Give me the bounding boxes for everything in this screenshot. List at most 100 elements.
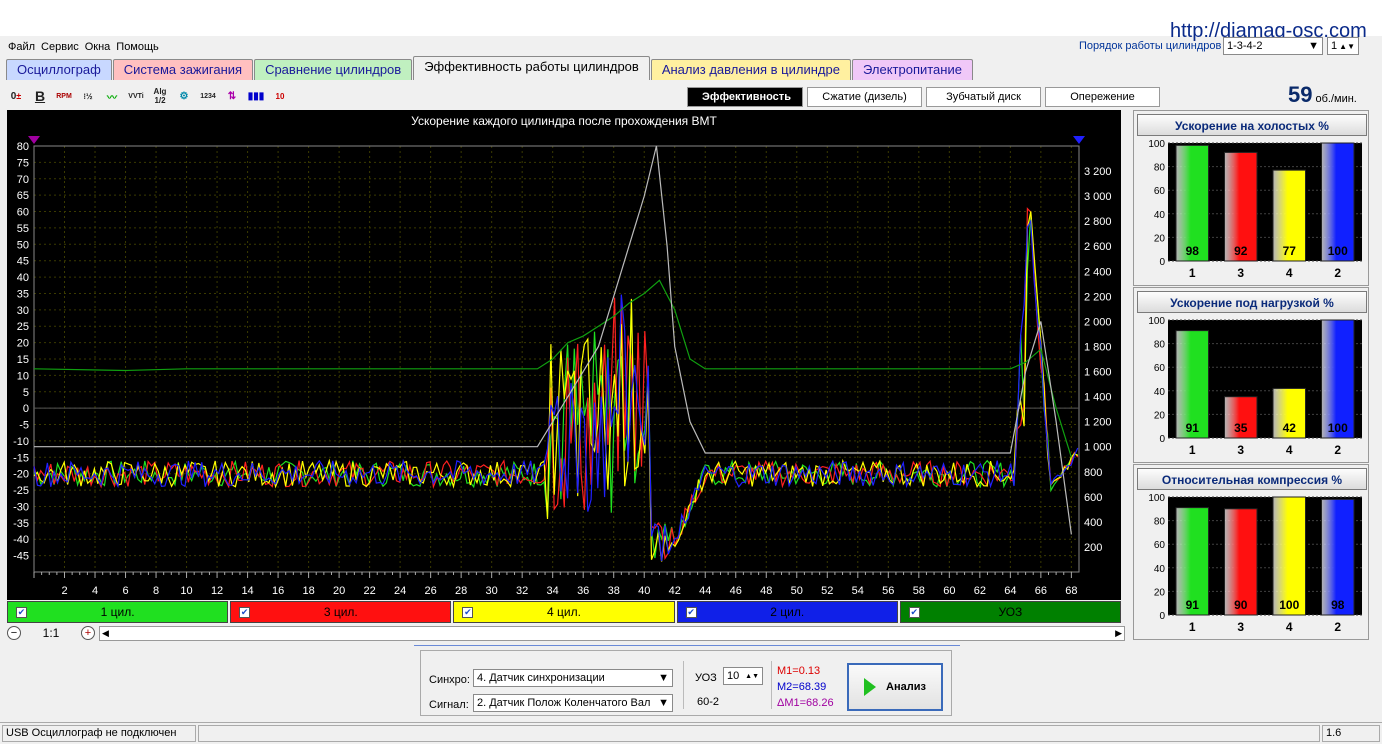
markers-icon[interactable]: ⇅ — [222, 86, 242, 106]
signal-select[interactable]: 2. Датчик Полож Коленчатого Вал ▼ — [473, 694, 673, 712]
tab-power[interactable]: Электропитание — [851, 59, 973, 80]
channel-cyl-3[interactable]: ✔ 3 цил. — [230, 601, 452, 623]
tab-cylinder-efficiency[interactable]: Эффективность работы цилиндров — [413, 56, 650, 80]
marker-m1: M1=0.13 — [777, 665, 821, 677]
curve-icon[interactable]: 〰 — [102, 86, 122, 106]
subtab-toothed-disc[interactable]: Зубчатый диск — [926, 87, 1041, 107]
uoz-spinner[interactable]: 10 ▲▼ — [723, 667, 763, 685]
bold-icon[interactable]: B — [30, 86, 50, 106]
y-tick-label: 5 — [23, 387, 29, 399]
y2-tick-label: 2 800 — [1084, 216, 1112, 228]
compression-chart: 100 80 60 40 20 0 91 1 90 3 100 4 98 2 — [1148, 493, 1362, 634]
x-tick-label: 50 — [791, 585, 803, 597]
y-tick-label: 20 — [17, 338, 29, 350]
x-tick-label: 38 — [608, 585, 620, 597]
tab-ignition[interactable]: Система зажигания — [112, 59, 254, 80]
bar-y-tick: 20 — [1154, 410, 1166, 421]
subtab-advance[interactable]: Опережение — [1045, 87, 1160, 107]
marker-m2: M2=68.39 — [777, 681, 827, 693]
algorithm-icon[interactable]: Alg 1/2 — [150, 86, 170, 106]
tab-oscilloscope[interactable]: Осциллограф — [6, 59, 112, 80]
firing-order-select[interactable]: 1-3-4-2 ▼ — [1223, 37, 1323, 55]
menu-help[interactable]: Помощь — [116, 41, 159, 53]
subtab-compression-diesel[interactable]: Сжатие (дизель) — [807, 87, 922, 107]
firing-order-index[interactable]: 1 ▲▼ — [1327, 37, 1359, 55]
menu-file[interactable]: Файл — [8, 41, 35, 53]
analyze-button[interactable]: Анализ — [847, 663, 943, 711]
play-icon — [864, 678, 877, 696]
marker-m1-handle — [28, 136, 40, 144]
bar-y-tick: 80 — [1154, 163, 1166, 174]
bar-value-label: 77 — [1283, 244, 1297, 258]
x-tick-label: 40 — [638, 585, 650, 597]
channel-label: УОЗ — [998, 605, 1023, 619]
bar-category-label: 4 — [1286, 443, 1293, 457]
bar-category-label: 4 — [1286, 266, 1293, 280]
offset-icon[interactable]: 0 ± — [6, 86, 26, 106]
numbers-icon[interactable]: 1234 — [198, 86, 218, 106]
idle-acceleration-chart: 100 80 60 40 20 0 98 1 92 3 77 4 100 2 — [1148, 139, 1362, 280]
firing-order-index-value: 1 — [1331, 40, 1338, 52]
bar-y-tick: 60 — [1154, 186, 1166, 197]
y-tick-label: 10 — [17, 370, 29, 382]
channel-cyl-1[interactable]: ✔ 1 цил. — [7, 601, 229, 623]
x-tick-label: 64 — [1004, 585, 1016, 597]
bars-icon[interactable]: ▮▮▮ — [246, 86, 266, 106]
channel-cyl-4[interactable]: ✔ 4 цил. — [453, 601, 675, 623]
y-tick-label: 70 — [17, 174, 29, 186]
oscillogram-plot[interactable]: 2 4 6 8 10 12 14 16 18 20 22 24 26 28 30 32 34 36 38 40 42 44… — [7, 110, 1121, 600]
bar-y-tick: 20 — [1154, 587, 1166, 598]
zoom-in-icon[interactable]: + — [81, 626, 95, 640]
menu-service[interactable]: Сервис — [41, 41, 79, 53]
menu-windows[interactable]: Окна — [85, 41, 111, 53]
rpm-readout: 59 об./мин. — [1288, 82, 1357, 108]
y2-tick-label: 2 400 — [1084, 266, 1112, 278]
bar-value-label: 98 — [1331, 598, 1345, 612]
vvti-icon[interactable]: VVTi — [126, 86, 146, 106]
y-tick-label: 75 — [17, 157, 29, 169]
load-acceleration-box: Ускорение под нагрузкой % 100 80 60 40 20 0 91… — [1133, 287, 1369, 463]
x-tick-label: 12 — [211, 585, 223, 597]
status-bar: USB Осциллограф не подключен 1.6 — [0, 722, 1382, 744]
bar-y-tick: 0 — [1159, 611, 1165, 622]
rpm-value: 59 — [1288, 82, 1313, 107]
bar-y-tick: 0 — [1159, 434, 1165, 445]
rpm-unit: об./мин. — [1315, 93, 1357, 105]
sync-select[interactable]: 4. Датчик синхронизации ▼ — [473, 669, 673, 687]
analyze-label: Анализ — [886, 681, 926, 693]
analysis-controls: Синхро: 4. Датчик синхронизации ▼ Сигнал:… — [420, 650, 952, 716]
bar-value-label: 100 — [1328, 244, 1348, 258]
channel-cyl-2[interactable]: ✔ 2 цил. — [676, 601, 898, 623]
bar-value-label: 42 — [1283, 421, 1297, 435]
y2-tick-label: 2 000 — [1084, 316, 1112, 328]
sub-tabs: Эффективность Сжатие (дизель) Зубчатый д… — [687, 87, 1164, 107]
y2-tick-label: 3 000 — [1084, 191, 1112, 203]
channel-uoz[interactable]: ✔ УОЗ — [899, 601, 1122, 623]
bar-y-tick: 20 — [1154, 233, 1166, 244]
oscillogram-svg: 2 4 6 8 10 12 14 16 18 20 22 24 26 28 30 32 34 36 38 40 42 44… — [13, 136, 1112, 597]
marker-delta: ΔM1=68.26 — [777, 697, 834, 709]
idle-acceleration-box: Ускорение на холостых % 100 80 60 40 20 0 98 1 9… — [1133, 110, 1369, 286]
y-tick-label: -35 — [13, 518, 29, 530]
scroll-left-icon[interactable]: ◀ — [102, 628, 109, 639]
sync-label: Синхро: — [429, 674, 470, 686]
chevron-down-icon: ▼ — [658, 672, 669, 684]
rpm-icon[interactable]: RPM — [54, 86, 74, 106]
cylinder-icon[interactable]: 10 — [270, 86, 290, 106]
x-tick-label: 2 — [61, 585, 67, 597]
horizontal-scrollbar[interactable]: ◀ ▶ — [99, 625, 1125, 641]
bar-category-label: 1 — [1189, 266, 1196, 280]
tab-cylinder-compare[interactable]: Сравнение цилиндров — [254, 59, 413, 80]
bar-value-label: 92 — [1234, 244, 1248, 258]
bar-category-label: 4 — [1286, 620, 1293, 634]
tab-pressure-analysis[interactable]: Анализ давления в цилиндре — [650, 59, 851, 80]
y-tick-label: 45 — [17, 256, 29, 268]
channel-label: 1 цил. — [100, 605, 135, 619]
scroll-right-icon[interactable]: ▶ — [1115, 628, 1122, 639]
x-tick-label: 46 — [730, 585, 742, 597]
zoom-out-icon[interactable]: − — [7, 626, 21, 640]
subtab-efficiency[interactable]: Эффективность — [687, 87, 803, 107]
scale-icon[interactable]: ⁝½ — [78, 86, 98, 106]
x-tick-label: 4 — [92, 585, 98, 597]
sensor-icon[interactable]: ⚙ — [174, 86, 194, 106]
